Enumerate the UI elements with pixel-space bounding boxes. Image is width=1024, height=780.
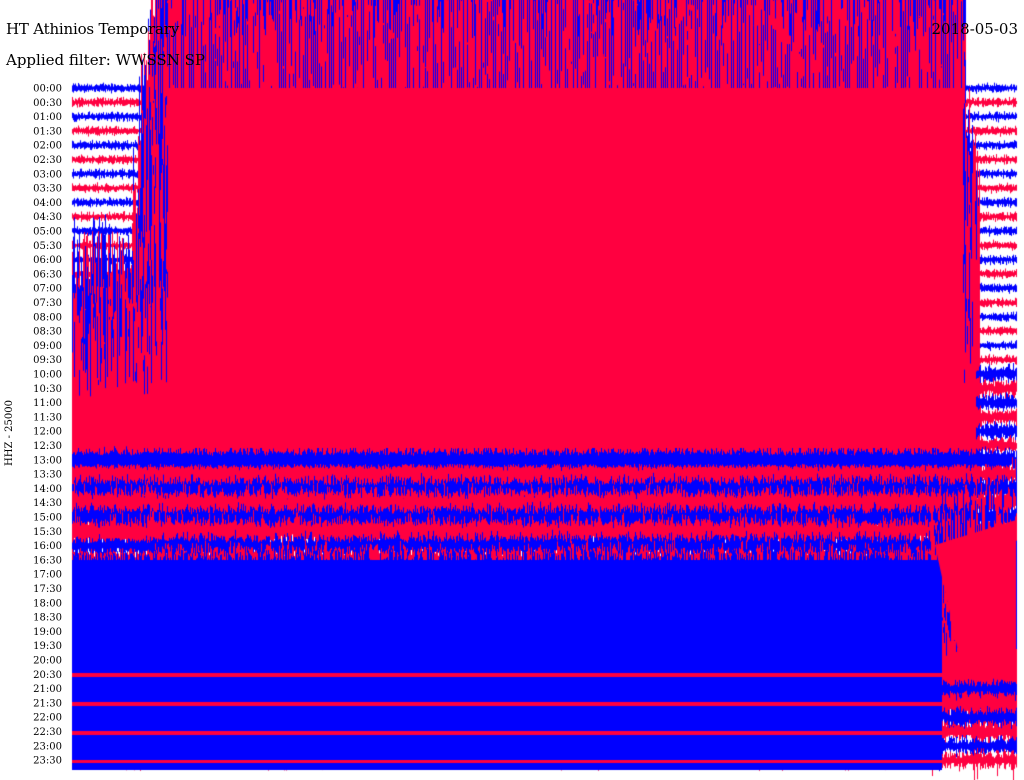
hour-tick-label: 19:30 [33, 641, 62, 652]
hour-tick-label: 21:00 [33, 684, 62, 695]
hour-tick-label: 02:00 [33, 141, 62, 152]
hour-tick-label: 00:00 [33, 84, 62, 95]
hour-tick-label: 11:00 [33, 398, 62, 409]
hour-tick-label: 14:00 [33, 484, 62, 495]
hour-tick-label: 22:30 [33, 727, 62, 738]
hour-tick-label: 09:00 [33, 341, 62, 352]
hour-tick-label: 02:30 [33, 155, 62, 166]
hour-tick-label: 10:30 [33, 384, 62, 395]
hour-tick-label: 07:00 [33, 284, 62, 295]
hour-tick-label: 06:30 [33, 269, 62, 280]
hour-tick-label: 03:00 [33, 169, 62, 180]
hour-tick-label: 01:00 [33, 112, 62, 123]
hour-tick-label: 12:00 [33, 427, 62, 438]
hour-tick-label: 16:30 [33, 555, 62, 566]
hour-tick-label: 21:30 [33, 698, 62, 709]
hour-tick-label: 17:00 [33, 570, 62, 581]
hour-tick-label: 15:30 [33, 527, 62, 538]
hour-tick-label: 23:30 [33, 756, 62, 767]
hour-tick-label: 18:00 [33, 598, 62, 609]
hour-tick-label: 08:30 [33, 327, 62, 338]
hour-tick-label: 00:30 [33, 98, 62, 109]
hour-tick-label: 06:00 [33, 255, 62, 266]
hour-tick-label: 05:30 [33, 241, 62, 252]
hour-tick-label: 15:00 [33, 513, 62, 524]
record-date: 2018-05-03 [931, 20, 1018, 38]
hour-tick-label: 10:00 [33, 370, 62, 381]
hour-tick-label: 20:00 [33, 656, 62, 667]
hour-tick-label: 18:30 [33, 613, 62, 624]
hour-tick-label: 23:00 [33, 741, 62, 752]
hour-tick-label: 13:00 [33, 455, 62, 466]
hour-tick-label: 01:30 [33, 126, 62, 137]
helicorder-plot [0, 0, 1024, 780]
hour-tick-label: 09:30 [33, 355, 62, 366]
hour-tick-label: 17:30 [33, 584, 62, 595]
hour-tick-labels: 00:00 00:30 01:00 01:30 02:00 02:30 03:00 03:30… [33, 84, 62, 767]
hour-tick-label: 14:30 [33, 498, 62, 509]
hour-tick-label: 11:30 [33, 412, 62, 423]
hour-tick-label: 19:00 [33, 627, 62, 638]
hour-tick-label: 03:30 [33, 184, 62, 195]
hour-tick-label: 04:00 [33, 198, 62, 209]
hour-tick-label: 20:30 [33, 670, 62, 681]
hour-tick-label: 05:00 [33, 227, 62, 238]
hour-tick-label: 13:30 [33, 470, 62, 481]
hour-tick-label: 12:30 [33, 441, 62, 452]
hour-tick-label: 16:00 [33, 541, 62, 552]
hour-tick-label: 04:30 [33, 212, 62, 223]
hour-tick-label: 08:00 [33, 312, 62, 323]
hour-tick-label: 07:30 [33, 298, 62, 309]
hour-tick-label: 22:00 [33, 713, 62, 724]
